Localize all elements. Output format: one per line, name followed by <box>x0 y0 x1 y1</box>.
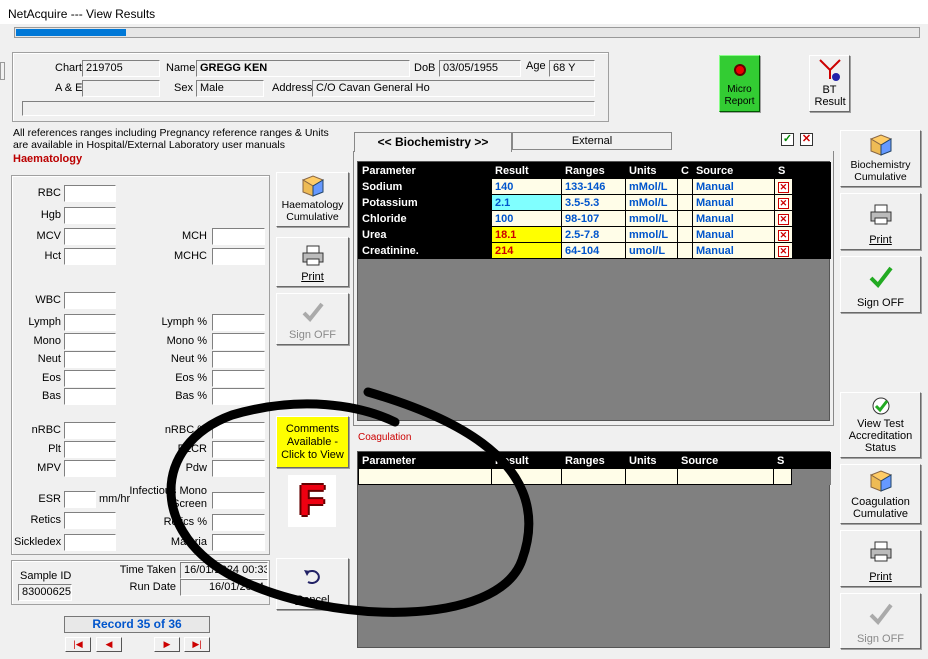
annotation-scribble <box>166 387 534 617</box>
